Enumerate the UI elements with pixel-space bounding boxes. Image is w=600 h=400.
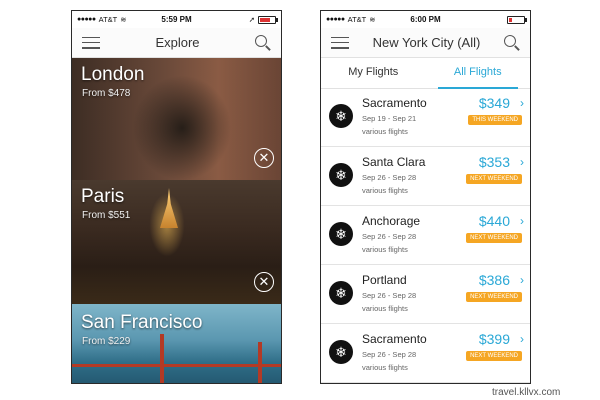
flight-note: various flights xyxy=(362,363,408,372)
flight-row[interactable]: ❄ Sacramento Sep 26 - Sep 28 various flight… xyxy=(321,325,530,383)
snowflake-icon: ❄ xyxy=(329,340,353,364)
weekend-badge: NEXT WEEKEND xyxy=(466,233,522,243)
signal-icon: ●●●●● xyxy=(326,16,345,23)
explore-screen: ●●●●● AT&T ≋ 5:59 PM ➚ Explore London Fr… xyxy=(71,10,282,384)
page-title: Explore xyxy=(155,35,200,50)
wifi-icon: ≋ xyxy=(369,15,376,24)
destination-name: London xyxy=(81,64,145,85)
search-icon[interactable] xyxy=(254,34,271,51)
chevron-right-icon: › xyxy=(520,332,524,346)
bridge-tower-graphic xyxy=(258,342,262,383)
tab-my-flights[interactable]: My Flights xyxy=(321,58,426,88)
snowflake-icon: ❄ xyxy=(329,163,353,187)
watermark: travel.kllvx.com xyxy=(492,387,561,398)
destination-card-london[interactable]: London From $478 ✕ xyxy=(72,58,281,180)
flight-dates: Sep 26 - Sep 28 xyxy=(362,173,417,182)
nav-bar: New York City (All) xyxy=(321,28,530,58)
flight-price: $349 xyxy=(478,95,510,111)
flight-city: Santa Clara xyxy=(362,155,426,169)
snowflake-icon: ❄ xyxy=(329,222,353,246)
weekend-badge: NEXT WEEKEND xyxy=(466,292,522,302)
destination-card-san-francisco[interactable]: San Francisco From $229 xyxy=(72,304,281,383)
flight-note: various flights xyxy=(362,127,408,136)
clock: 6:00 PM xyxy=(410,15,441,24)
flight-city: Sacramento xyxy=(362,332,427,346)
weekend-badge: NEXT WEEKEND xyxy=(466,351,522,361)
flight-row[interactable]: ❄ Anchorage Sep 26 - Sep 28 various flights… xyxy=(321,207,530,265)
location-arrow-icon: ➚ xyxy=(248,15,255,24)
weekend-badge: THIS WEEKEND xyxy=(468,115,522,125)
flights-screen: ●●●●● AT&T ≋ 6:00 PM New York City (All)… xyxy=(320,10,531,384)
flight-dates: Sep 26 - Sep 28 xyxy=(362,232,417,241)
chevron-right-icon: › xyxy=(520,96,524,110)
flight-dates: Sep 19 - Sep 21 xyxy=(362,114,417,123)
carrier: AT&T xyxy=(98,15,118,24)
flight-note: various flights xyxy=(362,245,408,254)
flight-row[interactable]: ❄ Portland Sep 26 - Sep 28 various flights $… xyxy=(321,266,530,324)
flight-price: $353 xyxy=(478,154,510,170)
chevron-right-icon: › xyxy=(520,155,524,169)
destination-name: Paris xyxy=(81,186,125,207)
signal-icon: ●●●●● xyxy=(77,16,96,23)
flight-note: various flights xyxy=(362,304,408,313)
nav-bar: Explore xyxy=(72,28,281,58)
flight-note: various flights xyxy=(362,186,408,195)
destination-price: From $478 xyxy=(82,88,131,99)
flight-price: $399 xyxy=(478,331,510,347)
eiffel-tower-graphic xyxy=(160,188,178,228)
bridge-tower-graphic xyxy=(160,334,164,383)
clock: 5:59 PM xyxy=(161,15,192,24)
bridge-deck-graphic xyxy=(72,364,281,367)
flight-city: Anchorage xyxy=(362,214,421,228)
flight-tabs: My Flights All Flights xyxy=(321,58,530,89)
flight-price: $440 xyxy=(478,213,510,229)
carrier: AT&T xyxy=(347,15,367,24)
flight-dates: Sep 26 - Sep 28 xyxy=(362,350,417,359)
battery-icon xyxy=(257,15,278,24)
hamburger-menu-icon[interactable] xyxy=(82,36,100,49)
battery-icon xyxy=(506,15,527,24)
destination-price: From $551 xyxy=(82,210,131,221)
tab-all-flights[interactable]: All Flights xyxy=(426,58,531,89)
destination-price: From $229 xyxy=(82,336,131,347)
snowflake-icon: ❄ xyxy=(329,104,353,128)
flight-row[interactable]: ❄ Santa Clara Sep 26 - Sep 28 various fligh… xyxy=(321,148,530,206)
flight-row[interactable]: ❄ Sacramento Sep 19 - Sep 21 various flight… xyxy=(321,89,530,147)
status-bar: ●●●●● AT&T ≋ 5:59 PM ➚ xyxy=(72,11,281,28)
hamburger-menu-icon[interactable] xyxy=(331,36,349,49)
page-title: New York City (All) xyxy=(372,35,481,50)
flight-price: $386 xyxy=(478,272,510,288)
chevron-right-icon: › xyxy=(520,273,524,287)
flight-dates: Sep 26 - Sep 28 xyxy=(362,291,417,300)
weekend-badge: NEXT WEEKEND xyxy=(466,174,522,184)
search-icon[interactable] xyxy=(503,34,520,51)
destination-card-paris[interactable]: Paris From $551 ✕ xyxy=(72,180,281,304)
flight-city: Sacramento xyxy=(362,96,427,110)
destination-name: San Francisco xyxy=(81,312,203,333)
status-bar: ●●●●● AT&T ≋ 6:00 PM xyxy=(321,11,530,28)
wifi-icon: ≋ xyxy=(120,15,127,24)
snowflake-icon: ❄ xyxy=(329,281,353,305)
compass-icon: ✕ xyxy=(254,148,274,168)
flight-city: Portland xyxy=(362,273,407,287)
chevron-right-icon: › xyxy=(520,214,524,228)
compass-icon: ✕ xyxy=(254,272,274,292)
